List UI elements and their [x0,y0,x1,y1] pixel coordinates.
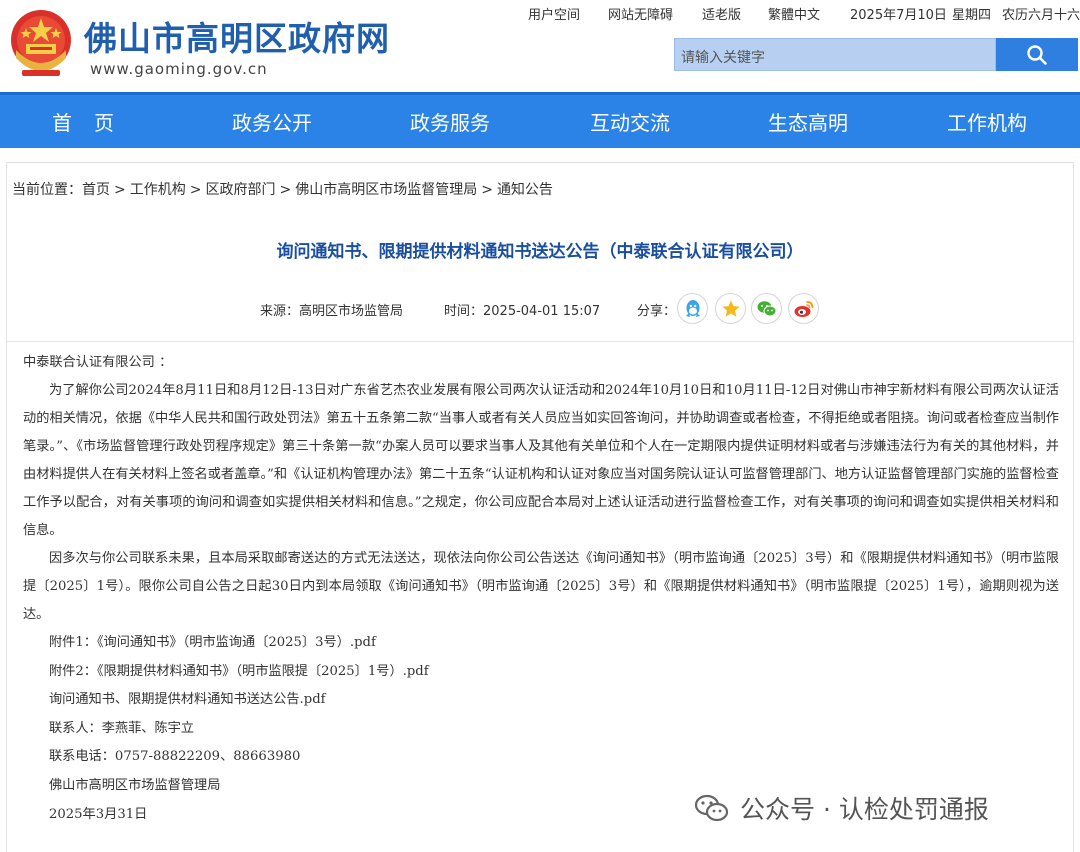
breadcrumb-separator: > [279,182,292,198]
nav-interaction[interactable]: 互动交流 [590,107,670,136]
article-title: 询问通知书、限期提供材料通知书送达公告（中泰联合认证有限公司） [276,242,804,262]
share-label: 分享： [637,304,677,319]
nav-gov-services[interactable]: 政务服务 [410,107,490,136]
article-body: 中泰联合认证有限公司 ： 为了解你公司2024年8月11日和8月12日-13日对… [23,349,1059,829]
qzone-icon [721,300,740,317]
wechat-official-account-watermark: 公众号 · 认检处罚通报 [694,786,989,830]
national-emblem-icon [11,10,71,76]
search-icon [1027,44,1047,65]
watermark-text: 公众号 · 认检处罚通报 [740,795,989,824]
time-value: 2025-04-01 15:07 [483,304,601,319]
user-space-link[interactable]: 用户空间 [528,4,580,23]
share-qzone-button[interactable] [715,293,746,324]
breadcrumb-separator: > [481,182,493,198]
site-domain: www.gaoming.gov.cn [90,60,268,78]
lunar-date: 农历六月十六 [1002,8,1080,23]
breadcrumb-district-departments[interactable]: 区政府部门 [205,182,275,198]
breadcrumb: 当前位置：首页 > 工作机构 > 区政府部门 > 佛山市高明区市场监督管理局 > 通知公告 [12,179,553,199]
divider [7,341,1073,342]
nav-home[interactable]: 首页 [52,107,136,136]
article-time: 时间：2025-04-01 15:07 [444,300,600,319]
time-label: 时间： [444,304,484,319]
article-source: 来源：高明区市场监管局 [260,300,403,319]
source-value: 高明区市场监管局 [299,304,404,319]
article-meta: 来源：高明区市场监管局 时间：2025-04-01 15:07 分享： [7,291,1073,327]
search-button[interactable] [996,38,1078,71]
paragraph-1: 为了解你公司2024年8月11日和8月12日-13日对广东省艺杰农业发展有限公司… [23,383,1059,538]
breadcrumb-home[interactable]: 首页 [82,182,110,198]
source-label: 来源： [260,304,300,319]
current-weekday: 星期四 [952,8,992,23]
contact-person: 联系人：李燕菲、陈宇立 [49,720,195,736]
contact-phone: 联系电话：0757-88822209、88663980 [49,749,301,765]
attachment-1-link[interactable]: 附件1：《询问通知书》（明市监询通〔2025〕3号）.pdf [23,629,1059,658]
breadcrumb-separator: > [114,182,126,198]
breadcrumb-work-agencies[interactable]: 工作机构 [130,182,186,198]
attachment-2-link[interactable]: 附件2：《限期提供材料通知书》（明市监限提〔2025〕1号）.pdf [23,658,1059,687]
breadcrumb-separator: > [189,182,202,198]
share-qq-button[interactable] [677,293,708,324]
wechat-icon [757,300,776,316]
salutation: 中泰联合认证有限公司 ： [23,355,173,370]
qq-icon [685,299,700,317]
share-wechat-button[interactable] [751,293,782,324]
breadcrumb-prefix: 当前位置： [12,182,82,198]
nav-gov-affairs-open[interactable]: 政务公开 [232,107,312,136]
share-weibo-button[interactable] [788,293,819,324]
breadcrumb-notices[interactable]: 通知公告 [497,182,553,198]
weibo-icon [794,300,813,317]
accessibility-link[interactable]: 网站无障碍 [608,4,673,23]
search-input[interactable]: 请输入关键字 [674,38,996,71]
nav-work-agencies[interactable]: 工作机构 [947,107,1027,136]
wechat-icon [694,794,729,822]
site-header: 佛山市高明区政府网 www.gaoming.gov.cn 用户空间 网站无障碍 … [0,0,1080,92]
attachment-3-link[interactable]: 询问通知书、限期提供材料通知书送达公告.pdf [23,686,1059,715]
traditional-chinese-link[interactable]: 繁體中文 [768,4,820,23]
current-date: 2025年7月10日 [850,8,947,23]
nav-eco-gaoming[interactable]: 生态高明 [768,107,848,136]
paragraph-2: 因多次与你公司联系未果，且本局采取邮寄送达的方式无法送达，现依法向你公司公告送达… [23,551,1059,622]
breadcrumb-market-supervision-bureau[interactable]: 佛山市高明区市场监督管理局 [295,182,477,198]
article-panel: 当前位置：首页 > 工作机构 > 区政府部门 > 佛山市高明区市场监督管理局 > 通知公告 询问… [6,162,1074,852]
site-title[interactable]: 佛山市高明区政府网 [84,12,390,60]
main-nav: 首页 政务公开 政务服务 互动交流 生态高明 工作机构 [0,92,1080,148]
elderly-mode-link[interactable]: 适老版 [702,4,741,23]
